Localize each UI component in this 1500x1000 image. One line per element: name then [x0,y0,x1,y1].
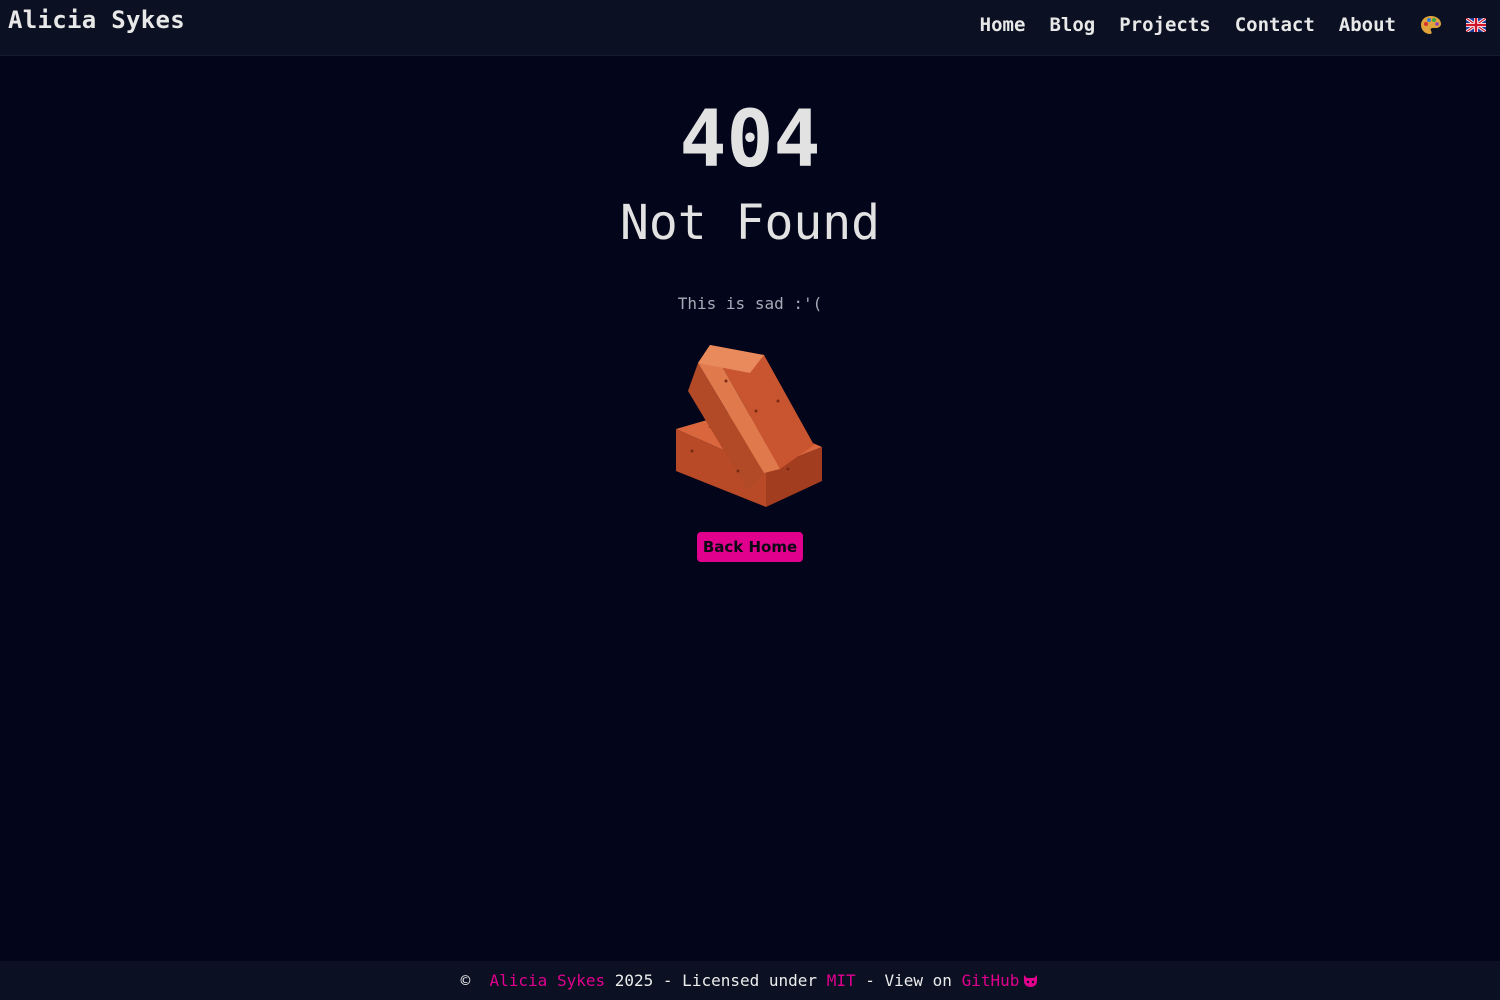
error-title: Not Found [619,195,881,251]
back-home-button[interactable]: Back Home [697,532,803,562]
nav-about[interactable]: About [1339,14,1396,36]
error-subtitle: This is sad :'( [677,294,823,313]
nav-blog[interactable]: Blog [1049,14,1095,36]
top-navbar: Alicia Sykes Home Blog Projects Contact … [0,0,1500,56]
copyright-symbol: © [460,971,471,990]
footer-view-text: - View on [865,971,952,990]
site-brand[interactable]: Alicia Sykes [8,6,185,34]
nav-links: Home Blog Projects Contact About [980,14,1488,36]
nav-contact[interactable]: Contact [1235,14,1315,36]
nav-projects[interactable]: Projects [1119,14,1211,36]
uk-flag-icon[interactable] [1465,15,1488,35]
footer-license-link[interactable]: MIT [827,971,856,990]
footer-github-label: GitHub [961,971,1020,990]
footer: © Alicia Sykes 2025 - Licensed under MIT… [0,961,1500,1000]
palette-icon[interactable] [1420,15,1442,35]
nav-home[interactable]: Home [980,14,1026,36]
error-code: 404 [679,95,821,185]
footer-author-link[interactable]: Alicia Sykes [490,971,606,990]
footer-github-link[interactable]: GitHub [962,971,1040,990]
brick-icon [668,341,832,507]
footer-license-text: 2025 - Licensed under [614,971,818,990]
github-icon [1024,975,1038,987]
